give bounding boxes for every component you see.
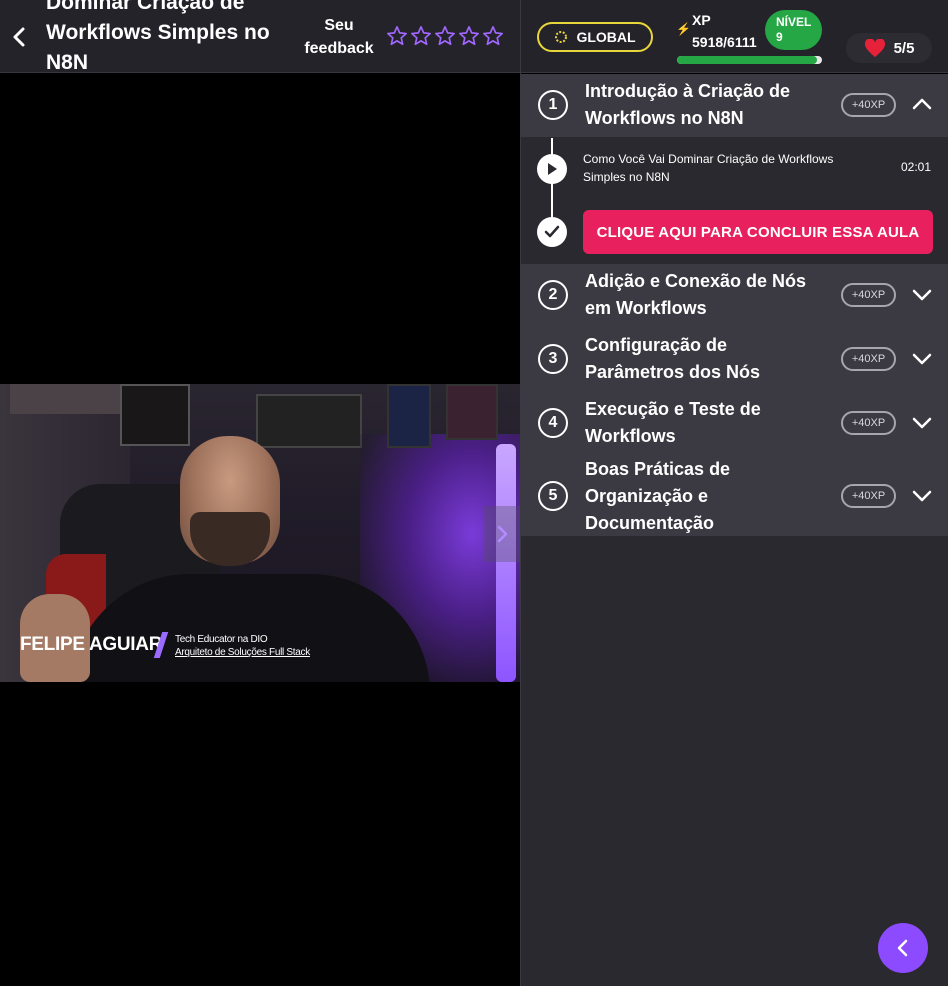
- star-icon[interactable]: [458, 25, 480, 47]
- level-value: 9: [776, 30, 783, 44]
- lightning-icon: ⚡: [676, 22, 691, 36]
- top-bar: Dominar Criação de Workflows Simples no …: [0, 0, 948, 74]
- module-4[interactable]: 4 Execução e Teste de Workflows +40XP: [521, 392, 948, 456]
- course-sidebar: 1 Introdução à Criação de Workflows no N…: [521, 74, 948, 986]
- module-5[interactable]: 5 Boas Práticas de Organização e Documen…: [521, 456, 948, 536]
- wall-picture: [120, 384, 190, 446]
- chevron-down-icon[interactable]: [911, 489, 933, 503]
- lesson-play-button[interactable]: [537, 154, 567, 184]
- back-arrow-icon[interactable]: [8, 22, 30, 52]
- star-icon[interactable]: [410, 25, 432, 47]
- wall-picture: [446, 384, 498, 440]
- star-icon[interactable]: [482, 25, 504, 47]
- feedback-label: Seu feedback: [304, 17, 374, 57]
- module-xp-badge: +40XP: [841, 411, 896, 435]
- check-icon: [537, 217, 567, 247]
- xp-progress-bar: [677, 56, 822, 64]
- module-title[interactable]: Adição e Conexão de Nós em Workflows: [585, 268, 825, 322]
- star-icon[interactable]: [386, 25, 408, 47]
- module-number: 5: [538, 481, 568, 511]
- lesson-duration: 02:01: [901, 160, 932, 174]
- heart-icon: [864, 38, 885, 57]
- module-xp-badge: +40XP: [841, 347, 896, 371]
- module-title[interactable]: Configuração de Parâmetros dos Nós: [585, 332, 825, 386]
- chevron-right-icon: [497, 525, 508, 543]
- module-number: 1: [538, 90, 568, 120]
- chevron-down-icon[interactable]: [911, 288, 933, 302]
- module-xp-badge: +40XP: [841, 484, 896, 508]
- next-lesson-button[interactable]: [484, 506, 520, 562]
- complete-lesson-button[interactable]: CLIQUE AQUI PARA CONCLUIR ESSA AULA: [583, 210, 933, 254]
- course-title: Dominar Criação de Workflows Simples no …: [46, 0, 270, 74]
- video-player[interactable]: FELIPE AGUIAR Tech Educator na DIO Arqui…: [0, 74, 520, 986]
- lives-counter: 5/5: [846, 33, 932, 63]
- chevron-up-icon[interactable]: [911, 97, 933, 111]
- module-title[interactable]: Boas Práticas de Organização e Documenta…: [585, 456, 825, 537]
- play-icon: [548, 163, 557, 175]
- lives-value: 5/5: [893, 39, 915, 57]
- video-frame[interactable]: FELIPE AGUIAR Tech Educator na DIO Arqui…: [0, 384, 520, 682]
- global-ranking-button[interactable]: GLOBAL: [537, 22, 653, 52]
- neon-light: [496, 444, 516, 682]
- laurel-icon: [555, 31, 568, 43]
- module-number: 2: [538, 280, 568, 310]
- collapse-sidebar-button[interactable]: [878, 923, 928, 973]
- module-title[interactable]: Execução e Teste de Workflows: [585, 396, 825, 450]
- chevron-down-icon[interactable]: [911, 352, 933, 366]
- xp-label: XP: [692, 12, 711, 28]
- wall-shelf: [10, 384, 120, 414]
- module-number: 4: [538, 408, 568, 438]
- wall-picture: [387, 384, 431, 448]
- module-3[interactable]: 3 Configuração de Parâmetros dos Nós +40…: [521, 328, 948, 392]
- chevron-left-icon: [897, 939, 908, 957]
- wall-picture: [256, 394, 362, 448]
- module-number: 3: [538, 344, 568, 374]
- level-label: NÍVEL: [776, 15, 812, 29]
- module-title[interactable]: Introdução à Criação de Workflows no N8N: [585, 78, 825, 132]
- level-badge: NÍVEL 9: [765, 10, 822, 50]
- lesson-title[interactable]: Como Você Vai Dominar Criação de Workflo…: [583, 150, 873, 186]
- presenter-name: FELIPE AGUIAR: [20, 634, 163, 655]
- presenter-role: Tech Educator na DIO: [175, 634, 268, 645]
- global-label: GLOBAL: [576, 29, 636, 45]
- module-xp-badge: +40XP: [841, 283, 896, 307]
- chevron-down-icon[interactable]: [911, 416, 933, 430]
- xp-progress-fill: [677, 56, 818, 64]
- module-1: 1 Introdução à Criação de Workflows no N…: [521, 74, 948, 264]
- rating-stars: [386, 25, 504, 47]
- xp-value: 5918/6111: [692, 34, 757, 50]
- presenter-role: Arquiteto de Soluções Full Stack: [175, 647, 310, 658]
- module-2[interactable]: 2 Adição e Conexão de Nós em Workflows +…: [521, 264, 948, 328]
- module-xp-badge: +40XP: [841, 93, 896, 117]
- star-icon[interactable]: [434, 25, 456, 47]
